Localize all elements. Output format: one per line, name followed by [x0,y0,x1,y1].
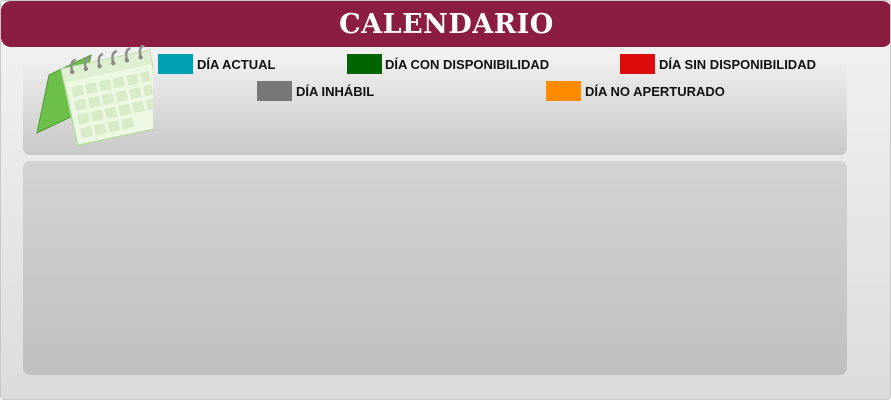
calendar-body [23,161,847,375]
legend-item-dia-con-disponibilidad: DÍA CON DISPONIBILIDAD [347,54,549,74]
legend-label-dia-actual: DÍA ACTUAL [197,56,276,72]
calendar-icon [36,45,153,147]
legend-swatch-dia-sin-disponibilidad [620,54,655,74]
title-bar: CALENDARIO [1,1,890,47]
calendar-window: CALENDARIO DÍA ACTUAL DÍA CON DISPONIBIL… [0,0,891,400]
legend-item-dia-inhabil: DÍA INHÁBIL [257,81,374,101]
page-title: CALENDARIO [339,8,554,40]
legend-swatch-dia-actual [158,54,193,74]
legend-item-dia-no-aperturado: DÍA NO APERTURADO [546,81,725,101]
legend-label-dia-sin-disponibilidad: DÍA SIN DISPONIBILIDAD [659,56,816,72]
legend-label-dia-con-disponibilidad: DÍA CON DISPONIBILIDAD [385,56,550,72]
legend-swatch-dia-con-disponibilidad [347,54,382,74]
legend-label-dia-inhabil: DÍA INHÁBIL [296,83,375,99]
legend-item-dia-actual: DÍA ACTUAL [158,54,275,74]
legend-swatch-dia-inhabil [257,81,292,101]
legend-label-dia-no-aperturado: DÍA NO APERTURADO [585,83,725,99]
legend-item-dia-sin-disponibilidad: DÍA SIN DISPONIBILIDAD [620,54,816,74]
legend-swatch-dia-no-aperturado [546,81,581,101]
